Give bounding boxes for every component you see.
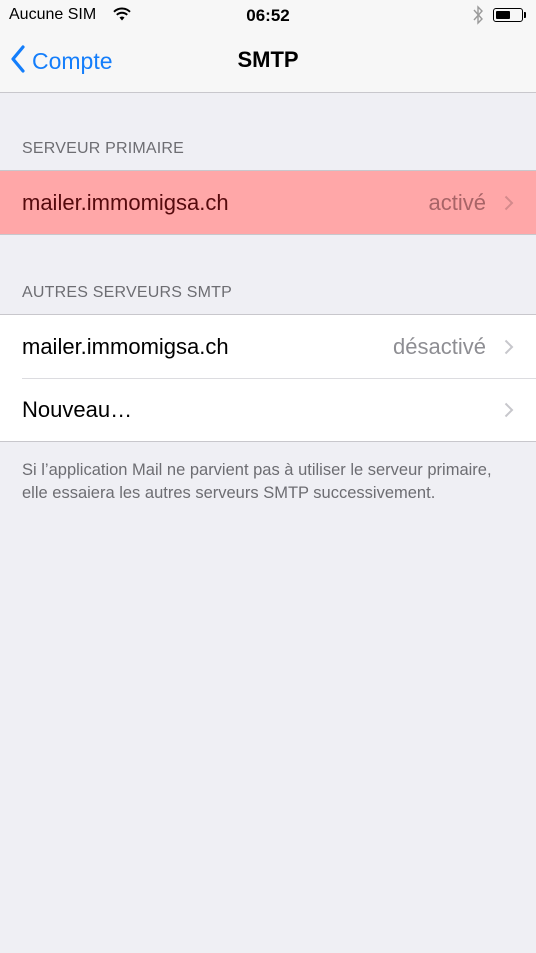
primary-server-group: mailer.immomigsa.ch activé xyxy=(0,170,536,235)
new-server-row[interactable]: Nouveau… xyxy=(0,378,536,441)
chevron-right-icon xyxy=(504,195,514,216)
other-servers-group: mailer.immomigsa.ch désactivé Nouveau… xyxy=(0,314,536,442)
server-name: mailer.immomigsa.ch xyxy=(22,333,229,359)
bluetooth-icon xyxy=(472,5,484,30)
server-name: mailer.immomigsa.ch xyxy=(22,189,229,215)
server-status: désactivé xyxy=(393,333,486,359)
battery-icon xyxy=(493,8,523,22)
section-header-others: AUTRES SERVEURS SMTP xyxy=(22,284,232,301)
navigation-bar: Compte SMTP xyxy=(0,32,536,93)
battery-level xyxy=(495,10,510,19)
primary-server-row[interactable]: mailer.immomigsa.ch activé xyxy=(0,171,536,234)
other-server-row[interactable]: mailer.immomigsa.ch désactivé xyxy=(0,315,536,378)
chevron-right-icon xyxy=(504,402,514,423)
section-header-primary: SERVEUR PRIMAIRE xyxy=(22,140,185,157)
server-status: activé xyxy=(428,189,486,215)
footer-note: Si l’application Mail ne parvient pas à … xyxy=(22,461,492,502)
status-bar: Aucune SIM 06:52 xyxy=(0,0,536,32)
clock: 06:52 xyxy=(246,6,290,25)
battery-tip xyxy=(524,12,526,18)
chevron-right-icon xyxy=(504,339,514,360)
page-title: SMTP xyxy=(237,47,299,72)
new-server-label: Nouveau… xyxy=(22,396,133,422)
